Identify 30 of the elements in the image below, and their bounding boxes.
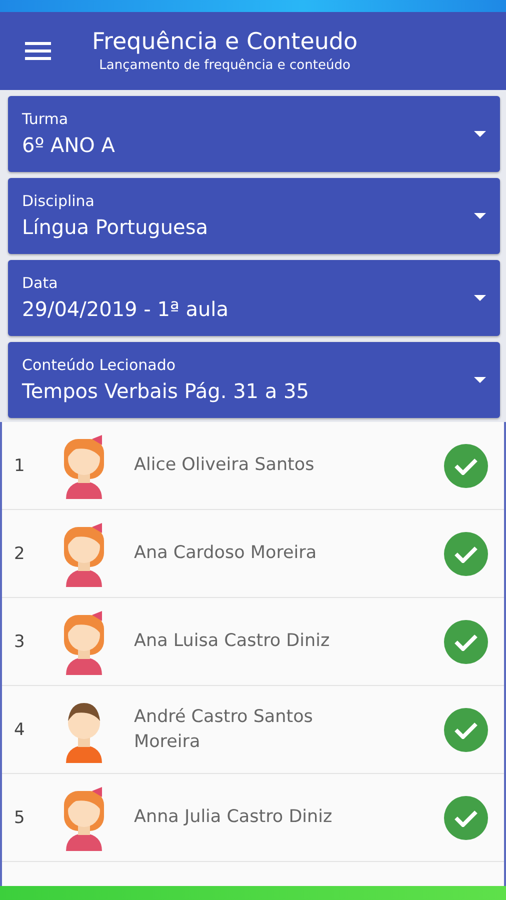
dropdown-arrow-icon bbox=[474, 295, 486, 301]
attendance-check-button[interactable] bbox=[444, 796, 488, 840]
dropdown-field[interactable]: Conteúdo Lecionado Tempos Verbais Pág. 31 a 35 bbox=[8, 342, 500, 418]
dropdown-field[interactable]: Data 29/04/2019 - 1ª aula bbox=[8, 260, 500, 336]
attendance-check-button[interactable] bbox=[444, 444, 488, 488]
check-icon bbox=[454, 456, 478, 474]
student-number: 5 bbox=[13, 808, 26, 828]
attendance-check-button[interactable] bbox=[444, 532, 488, 576]
student-name: André Castro Santos Moreira bbox=[134, 706, 314, 754]
student-number: 4 bbox=[13, 720, 26, 740]
check-icon bbox=[454, 720, 478, 738]
check-icon bbox=[454, 632, 478, 650]
screen-title: Frequência e Conteudo bbox=[92, 28, 358, 57]
attendance-check-button[interactable] bbox=[444, 708, 488, 752]
student-name: Ana Cardoso Moreira bbox=[134, 542, 318, 565]
screen-subtitle: Lançamento de frequência e conteúdo bbox=[99, 57, 350, 75]
student-number: 2 bbox=[13, 544, 26, 564]
student-name: Alice Oliveira Santos bbox=[134, 454, 316, 477]
check-icon bbox=[454, 808, 478, 826]
student-name: Ana Luisa Castro Diniz bbox=[134, 630, 331, 653]
dropdown-field[interactable]: Disciplina Língua Portuguesa bbox=[8, 178, 500, 254]
check-icon bbox=[454, 544, 478, 562]
dropdown-field[interactable]: Turma 6º ANO A bbox=[8, 96, 500, 172]
dropdown-arrow-icon bbox=[474, 131, 486, 137]
dropdown-arrow-icon bbox=[474, 377, 486, 383]
student-name: Anna Julia Castro Diniz bbox=[134, 806, 334, 829]
dropdown-arrow-icon bbox=[474, 213, 486, 219]
student-number: 3 bbox=[13, 632, 26, 652]
attendance-check-button[interactable] bbox=[444, 620, 488, 664]
student-number: 1 bbox=[13, 456, 26, 476]
